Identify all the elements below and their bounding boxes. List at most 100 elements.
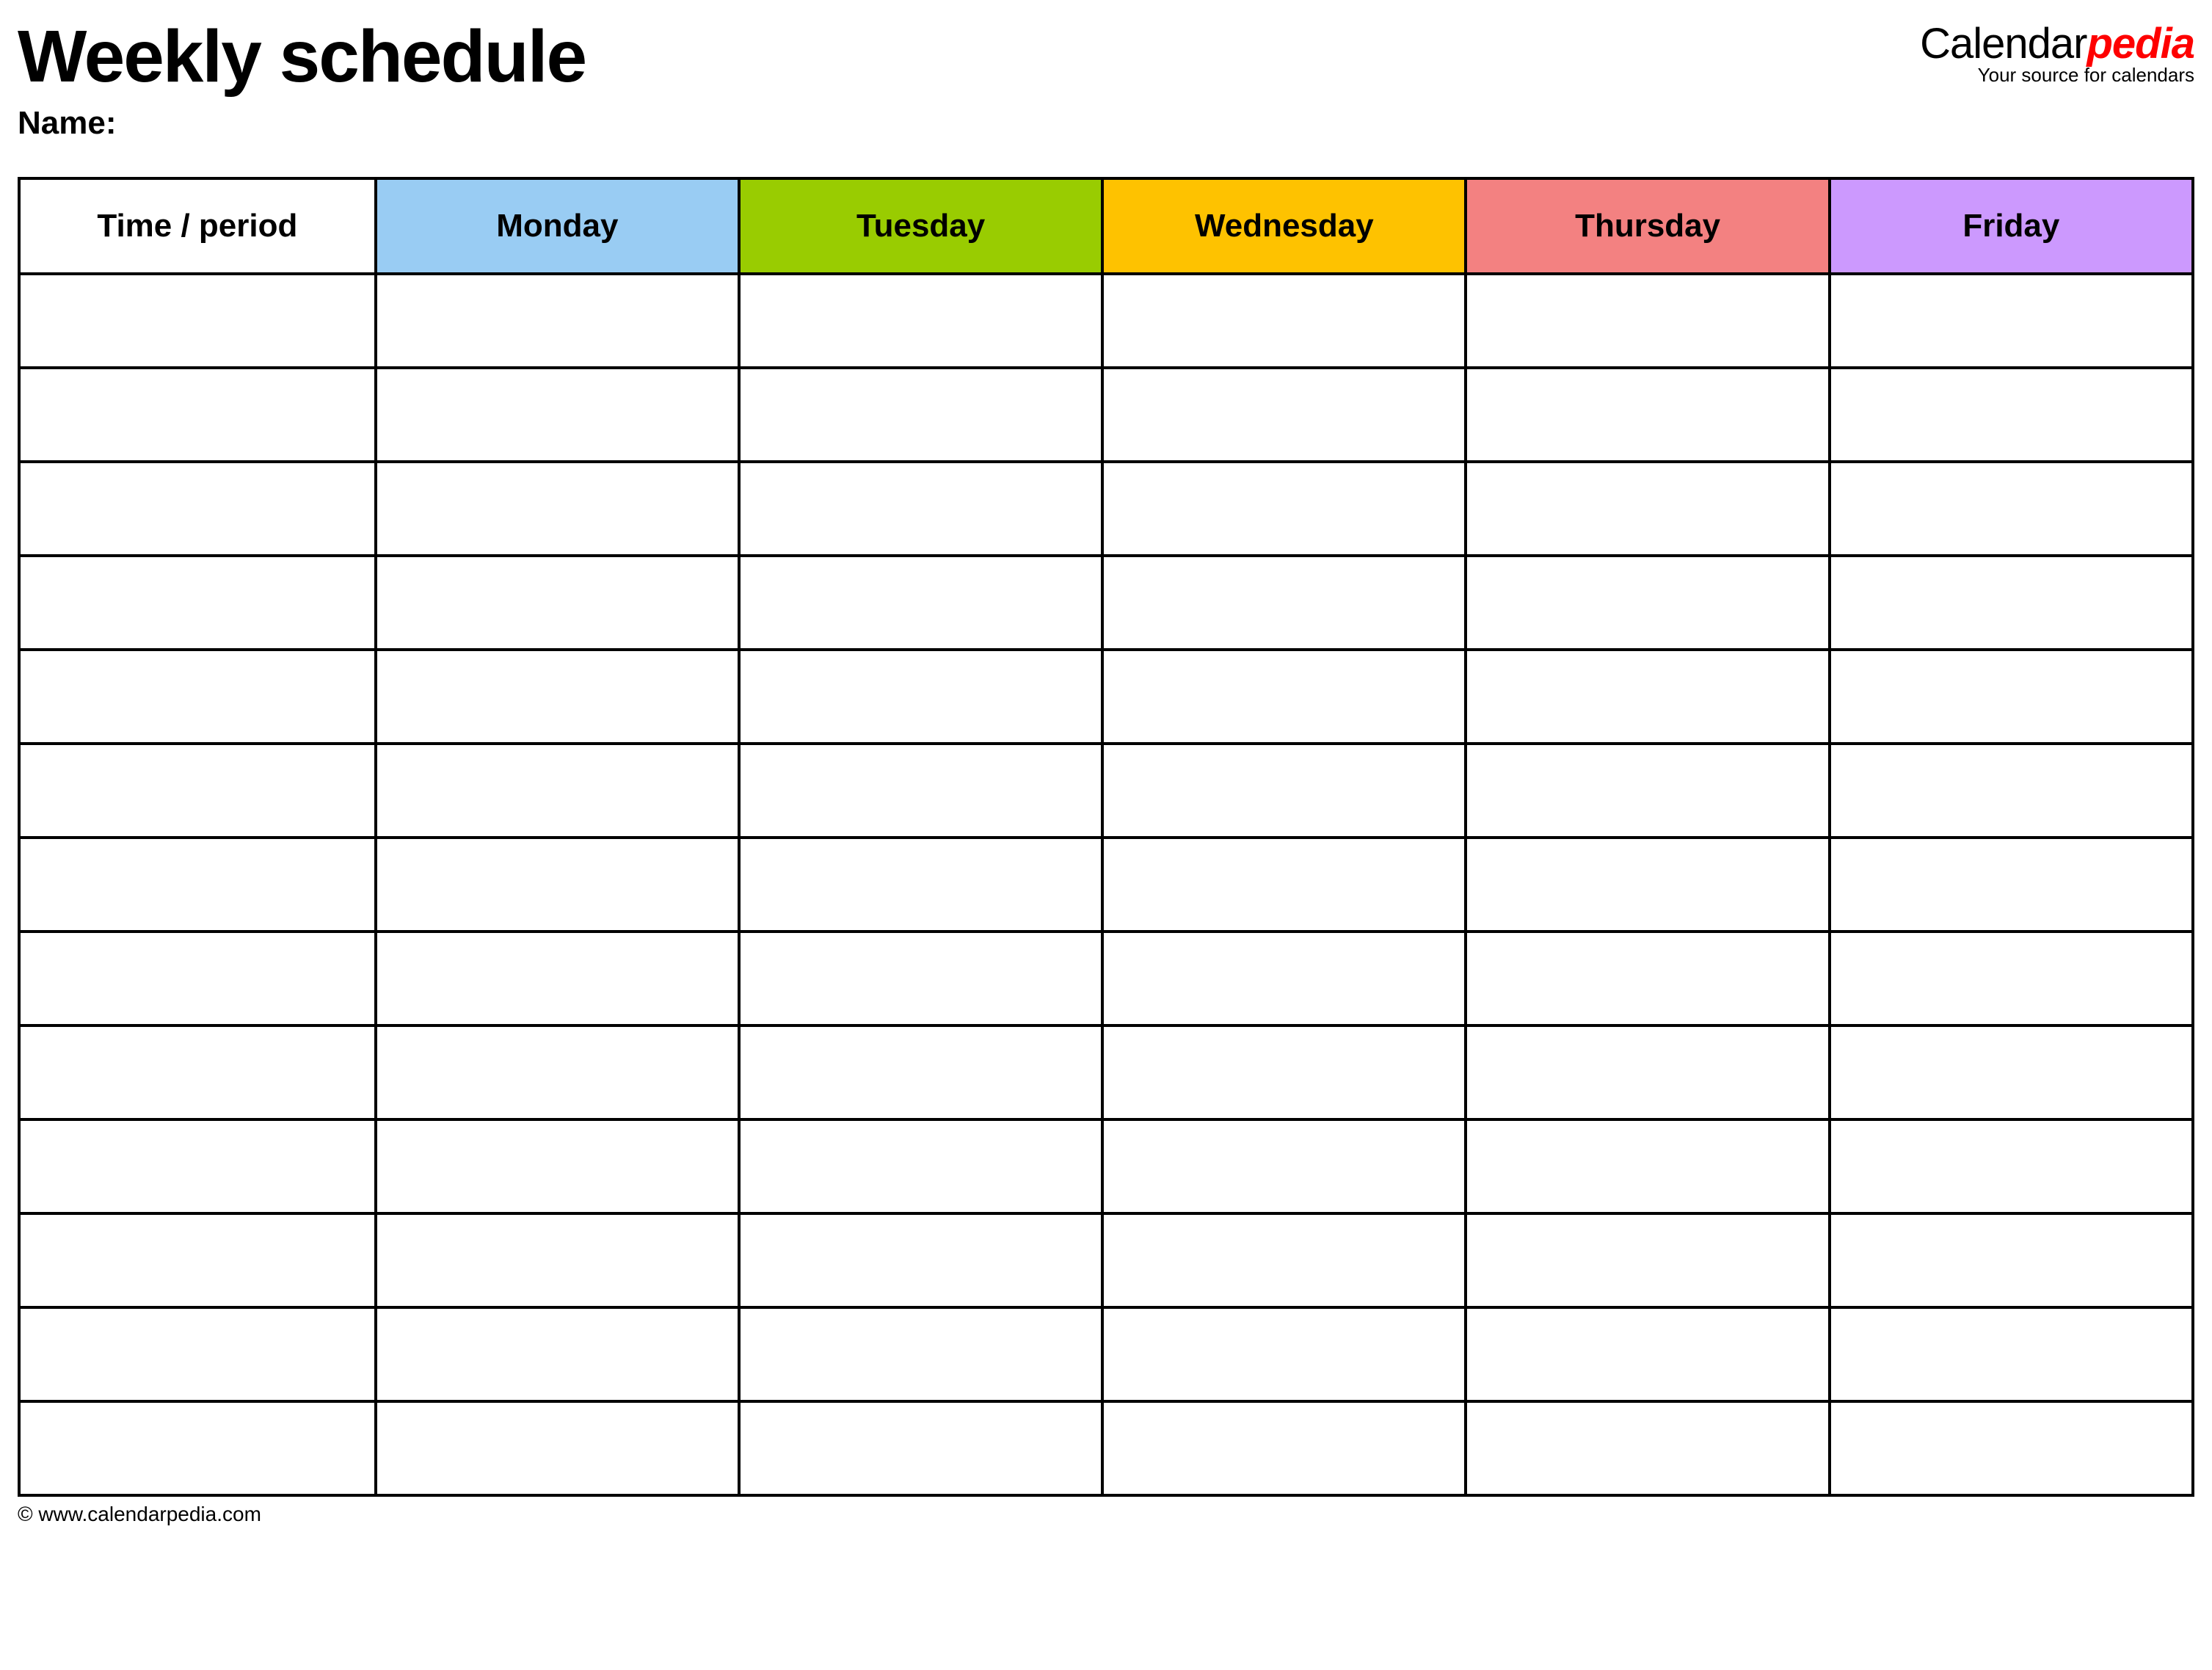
schedule-cell[interactable] <box>1102 1307 1466 1401</box>
schedule-cell[interactable] <box>376 556 739 650</box>
schedule-cell[interactable] <box>1466 368 1829 462</box>
schedule-cell[interactable] <box>1102 556 1466 650</box>
schedule-cell[interactable] <box>739 274 1102 368</box>
schedule-cell[interactable] <box>1466 1307 1829 1401</box>
schedule-cell[interactable] <box>376 274 739 368</box>
schedule-cell[interactable] <box>739 368 1102 462</box>
schedule-cell[interactable] <box>1466 650 1829 744</box>
page-title: Weekly schedule <box>18 15 586 99</box>
copyright-footer: © www.calendarpedia.com <box>18 1503 2194 1526</box>
time-cell[interactable] <box>19 650 376 744</box>
schedule-cell[interactable] <box>1466 838 1829 932</box>
schedule-table: Time / period MondayTuesdayWednesdayThur… <box>18 177 2194 1497</box>
schedule-cell[interactable] <box>1830 1401 2193 1495</box>
schedule-cell[interactable] <box>1830 1119 2193 1213</box>
schedule-cell[interactable] <box>1830 556 2193 650</box>
schedule-cell[interactable] <box>1830 650 2193 744</box>
time-cell[interactable] <box>19 1401 376 1495</box>
name-label: Name: <box>18 105 2194 142</box>
time-cell[interactable] <box>19 932 376 1025</box>
table-row <box>19 274 2193 368</box>
schedule-cell[interactable] <box>1830 1307 2193 1401</box>
schedule-cell[interactable] <box>739 1213 1102 1307</box>
schedule-cell[interactable] <box>1102 838 1466 932</box>
schedule-cell[interactable] <box>376 368 739 462</box>
schedule-cell[interactable] <box>1102 462 1466 556</box>
table-row <box>19 462 2193 556</box>
brand-suffix: pedia <box>2087 20 2195 68</box>
table-row <box>19 1401 2193 1495</box>
table-row <box>19 556 2193 650</box>
time-cell[interactable] <box>19 556 376 650</box>
day-header-thursday: Thursday <box>1466 178 1829 274</box>
time-cell[interactable] <box>19 744 376 838</box>
schedule-cell[interactable] <box>1466 556 1829 650</box>
brand-block: Calendarpedia Your source for calendars <box>1920 19 2194 87</box>
table-row <box>19 838 2193 932</box>
schedule-cell[interactable] <box>376 462 739 556</box>
schedule-cell[interactable] <box>1102 744 1466 838</box>
schedule-cell[interactable] <box>1102 1025 1466 1119</box>
schedule-cell[interactable] <box>1466 1119 1829 1213</box>
schedule-cell[interactable] <box>1466 932 1829 1025</box>
schedule-cell[interactable] <box>1466 1213 1829 1307</box>
schedule-cell[interactable] <box>1102 1401 1466 1495</box>
schedule-cell[interactable] <box>739 556 1102 650</box>
time-period-header: Time / period <box>19 178 376 274</box>
schedule-cell[interactable] <box>739 462 1102 556</box>
schedule-cell[interactable] <box>1466 1025 1829 1119</box>
schedule-cell[interactable] <box>376 1213 739 1307</box>
schedule-cell[interactable] <box>1466 1401 1829 1495</box>
table-row <box>19 1119 2193 1213</box>
time-cell[interactable] <box>19 838 376 932</box>
schedule-cell[interactable] <box>1830 462 2193 556</box>
schedule-cell[interactable] <box>739 932 1102 1025</box>
schedule-cell[interactable] <box>1466 744 1829 838</box>
table-row <box>19 1213 2193 1307</box>
brand-prefix: Calendar <box>1920 20 2087 68</box>
brand-name: Calendarpedia <box>1920 19 2194 68</box>
schedule-cell[interactable] <box>376 838 739 932</box>
schedule-cell[interactable] <box>739 744 1102 838</box>
schedule-cell[interactable] <box>1830 274 2193 368</box>
schedule-cell[interactable] <box>376 1401 739 1495</box>
schedule-cell[interactable] <box>1830 932 2193 1025</box>
schedule-cell[interactable] <box>739 650 1102 744</box>
time-cell[interactable] <box>19 462 376 556</box>
schedule-cell[interactable] <box>1830 838 2193 932</box>
schedule-cell[interactable] <box>1830 368 2193 462</box>
time-cell[interactable] <box>19 1307 376 1401</box>
schedule-cell[interactable] <box>1466 462 1829 556</box>
schedule-cell[interactable] <box>376 1307 739 1401</box>
schedule-cell[interactable] <box>376 932 739 1025</box>
schedule-cell[interactable] <box>1102 368 1466 462</box>
schedule-cell[interactable] <box>376 744 739 838</box>
table-row <box>19 368 2193 462</box>
table-body <box>19 274 2193 1495</box>
table-row <box>19 932 2193 1025</box>
schedule-cell[interactable] <box>1102 1213 1466 1307</box>
schedule-cell[interactable] <box>739 1025 1102 1119</box>
schedule-cell[interactable] <box>1102 650 1466 744</box>
schedule-cell[interactable] <box>1102 932 1466 1025</box>
schedule-cell[interactable] <box>376 1025 739 1119</box>
time-cell[interactable] <box>19 1213 376 1307</box>
schedule-cell[interactable] <box>376 1119 739 1213</box>
schedule-cell[interactable] <box>739 1119 1102 1213</box>
schedule-cell[interactable] <box>1102 1119 1466 1213</box>
day-header-monday: Monday <box>376 178 739 274</box>
time-cell[interactable] <box>19 274 376 368</box>
schedule-cell[interactable] <box>1830 1025 2193 1119</box>
schedule-cell[interactable] <box>1102 274 1466 368</box>
schedule-cell[interactable] <box>739 1401 1102 1495</box>
time-cell[interactable] <box>19 1119 376 1213</box>
schedule-cell[interactable] <box>739 838 1102 932</box>
schedule-cell[interactable] <box>739 1307 1102 1401</box>
schedule-cell[interactable] <box>1466 274 1829 368</box>
schedule-cell[interactable] <box>1830 1213 2193 1307</box>
table-header-row: Time / period MondayTuesdayWednesdayThur… <box>19 178 2193 274</box>
time-cell[interactable] <box>19 368 376 462</box>
schedule-cell[interactable] <box>376 650 739 744</box>
time-cell[interactable] <box>19 1025 376 1119</box>
schedule-cell[interactable] <box>1830 744 2193 838</box>
